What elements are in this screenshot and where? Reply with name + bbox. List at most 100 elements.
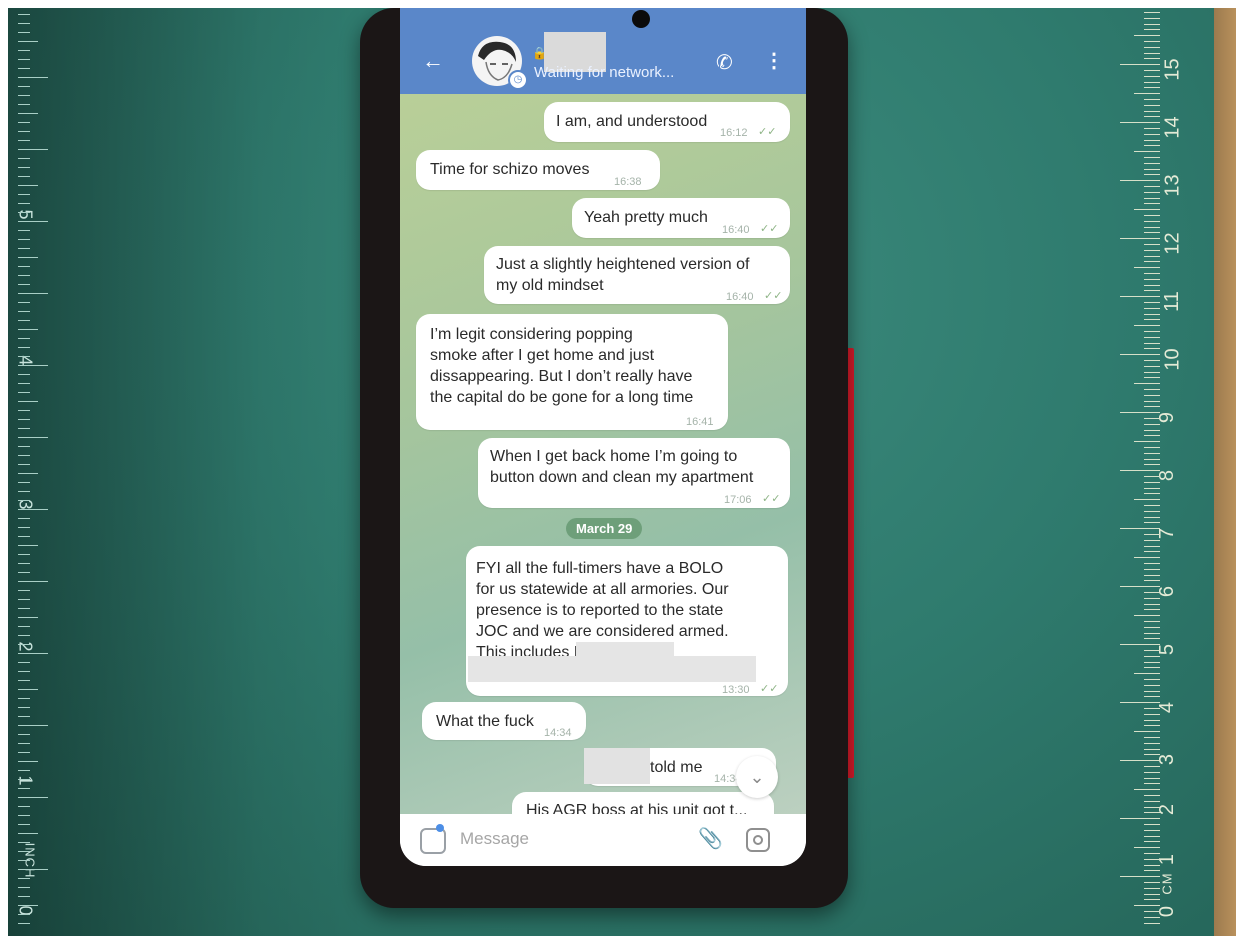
sticker-icon[interactable] xyxy=(420,828,446,854)
ruler-tick xyxy=(18,176,30,177)
ruler-tick xyxy=(18,617,38,618)
ruler-tick xyxy=(1144,99,1160,100)
message-text: I am, and understood xyxy=(556,113,708,130)
more-vertical-icon[interactable]: ⋮ xyxy=(764,48,784,73)
ruler-tick xyxy=(1120,818,1160,820)
ruler-tick xyxy=(18,734,30,735)
ruler-tick xyxy=(1120,354,1160,356)
ruler-tick xyxy=(18,743,30,744)
ruler-tick xyxy=(18,815,30,816)
ruler-tick xyxy=(1144,249,1160,251)
ruler-tick xyxy=(1144,812,1160,814)
ruler-tick xyxy=(18,167,30,168)
ruler-tick xyxy=(1144,336,1160,338)
ruler-number: 12 xyxy=(1161,232,1184,255)
scroll-down-button[interactable]: ⌄ xyxy=(736,756,778,798)
ruler-tick xyxy=(1144,104,1160,106)
ruler-number: 10 xyxy=(1161,348,1184,371)
ruler-tick xyxy=(1134,673,1160,675)
ruler-tick xyxy=(1144,487,1160,489)
ruler-tick xyxy=(18,401,38,402)
message-out[interactable]: His AGR boss at his unit got t... xyxy=(512,792,774,814)
ruler-tick xyxy=(18,752,30,753)
ruler-tick xyxy=(18,446,30,447)
ruler-tick xyxy=(18,302,30,303)
ruler-tick xyxy=(18,374,30,375)
ruler-tick xyxy=(18,122,30,123)
ruler-tick xyxy=(18,473,38,474)
ruler-tick xyxy=(18,842,30,843)
ruler-tick xyxy=(1120,876,1160,878)
message-out[interactable]: FYI all the full-timers have a BOLO for … xyxy=(466,546,788,696)
message-in[interactable]: Time for schizo moves 16:38 xyxy=(416,150,660,190)
message-out[interactable]: When I get back home I’m going to button… xyxy=(478,438,790,508)
ruler-tick xyxy=(1144,168,1160,170)
ruler-tick xyxy=(1144,563,1160,564)
ruler-tick xyxy=(1144,226,1160,228)
ruler-tick xyxy=(1144,452,1160,454)
ruler-tick xyxy=(1144,128,1160,129)
ruler-tick xyxy=(18,896,30,897)
message-out[interactable]: Just a slightly heightened version of my… xyxy=(484,246,790,304)
ruler-tick xyxy=(1144,725,1160,727)
message-out[interactable]: I am, and understood 16:12 ✓✓ xyxy=(544,102,790,142)
ruler-tick xyxy=(1144,23,1160,25)
message-in[interactable]: What the fuck 14:34 xyxy=(422,702,586,740)
message-input[interactable] xyxy=(458,828,682,850)
ruler-tick xyxy=(18,833,38,834)
ruler-tick xyxy=(18,266,30,267)
ruler-tick xyxy=(18,716,30,717)
message-in[interactable]: I’m legit considering popping smoke afte… xyxy=(416,314,728,430)
ruler-tick xyxy=(18,545,38,546)
phone-screen: ← ◷ 🔒 Waiting for network... ✆ ⋮ I am, a… xyxy=(400,8,806,866)
ruler-tick xyxy=(1144,545,1160,547)
ruler-tick xyxy=(18,239,30,240)
ruler-tick xyxy=(18,149,48,150)
cm-ruler: 15 14 13 12 11 10 9 8 7 6 5 4 3 2 1 0 CM xyxy=(1116,8,1204,928)
ruler-tick xyxy=(1144,667,1160,669)
ruler-tick xyxy=(1120,296,1160,298)
ruler-tick xyxy=(1144,41,1160,42)
ruler-tick xyxy=(18,23,30,24)
ruler-tick xyxy=(1144,916,1160,918)
phone-icon[interactable]: ✆ xyxy=(716,50,733,75)
ruler-tick xyxy=(18,824,30,825)
ruler-tick xyxy=(18,500,30,501)
ruler-tick xyxy=(18,77,48,78)
ruler-tick xyxy=(1134,905,1160,907)
message-text: When I get back home I’m going to button… xyxy=(490,448,754,486)
ruler-tick xyxy=(1144,516,1160,518)
paperclip-icon[interactable]: 📎 xyxy=(698,826,723,851)
ruler-tick xyxy=(18,95,30,96)
ruler-tick xyxy=(1144,783,1160,785)
ruler-tick xyxy=(1144,806,1160,808)
ruler-tick xyxy=(1144,713,1160,715)
ruler-tick xyxy=(1144,17,1160,19)
ruler-tick xyxy=(1144,748,1160,750)
ruler-tick xyxy=(1144,313,1160,315)
camera-icon[interactable] xyxy=(746,828,770,852)
ruler-tick xyxy=(18,104,30,105)
ruler-tick xyxy=(18,68,30,69)
ruler-tick xyxy=(1144,284,1160,286)
message-text: What the fuck xyxy=(436,713,534,730)
message-out[interactable]: Yeah pretty much 16:40 ✓✓ xyxy=(572,198,790,238)
ruler-tick xyxy=(1144,220,1160,222)
ruler-tick xyxy=(18,635,30,636)
ruler-tick xyxy=(18,770,30,771)
ruler-tick xyxy=(1144,864,1160,866)
ruler-tick xyxy=(1144,858,1160,860)
message-list[interactable]: I am, and understood 16:12 ✓✓ Time for s… xyxy=(400,94,806,814)
table-edge xyxy=(1214,8,1236,936)
message-text: told me xyxy=(650,759,703,776)
ruler-tick xyxy=(1134,499,1160,501)
ruler-tick xyxy=(1144,632,1160,634)
ruler-tick xyxy=(1144,447,1160,448)
ruler-tick xyxy=(1134,35,1160,37)
ruler-tick xyxy=(1144,719,1160,721)
ruler-tick xyxy=(1144,893,1160,895)
ruler-tick xyxy=(1144,423,1160,425)
ruler-tick xyxy=(18,41,38,42)
arrow-left-icon[interactable]: ← xyxy=(422,48,444,74)
message-time: 16:40 xyxy=(722,224,750,236)
